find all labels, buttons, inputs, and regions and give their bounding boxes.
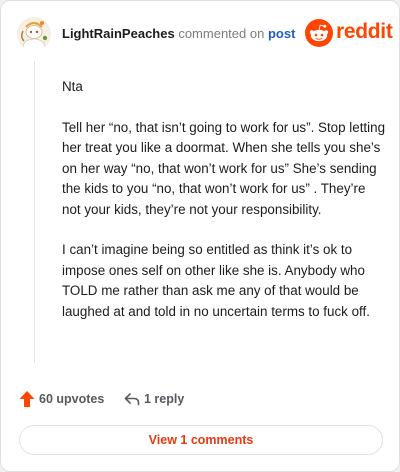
user-avatar[interactable] — [17, 17, 51, 51]
comment-header: LightRainPeaches commented on post reddi… — [17, 17, 393, 51]
upvote-arrow-icon — [19, 391, 35, 407]
avatar-image — [17, 17, 51, 51]
reply-button[interactable]: 1 reply — [124, 389, 194, 409]
comment-paragraph: Tell her “no, that isn’t going to work f… — [62, 119, 386, 217]
post-link[interactable]: post — [268, 26, 295, 41]
thread-line — [34, 61, 35, 363]
reddit-snoo-icon — [305, 19, 333, 47]
action-text: commented on — [178, 26, 265, 41]
view-comments-button[interactable]: View 1 comments — [19, 425, 383, 455]
username-link[interactable]: LightRainPeaches — [62, 26, 175, 41]
upvote-count: 60 upvotes — [39, 392, 105, 406]
comment-card: LightRainPeaches commented on post reddi… — [0, 0, 400, 472]
reddit-logo[interactable]: reddit — [305, 19, 393, 47]
comment-actions: 60 upvotes 1 reply — [19, 389, 239, 409]
reply-arrow-icon — [124, 393, 140, 406]
comment-paragraph: Nta — [62, 79, 83, 94]
reddit-wordmark: reddit — [336, 20, 393, 43]
reply-count: 1 reply — [144, 392, 185, 406]
comment-body: Nta Tell her “no, that isn’t going to wo… — [62, 77, 386, 322]
header-byline: LightRainPeaches commented on post — [62, 26, 295, 41]
comment-paragraph: I can’t imagine being so entitled as thi… — [62, 242, 370, 319]
